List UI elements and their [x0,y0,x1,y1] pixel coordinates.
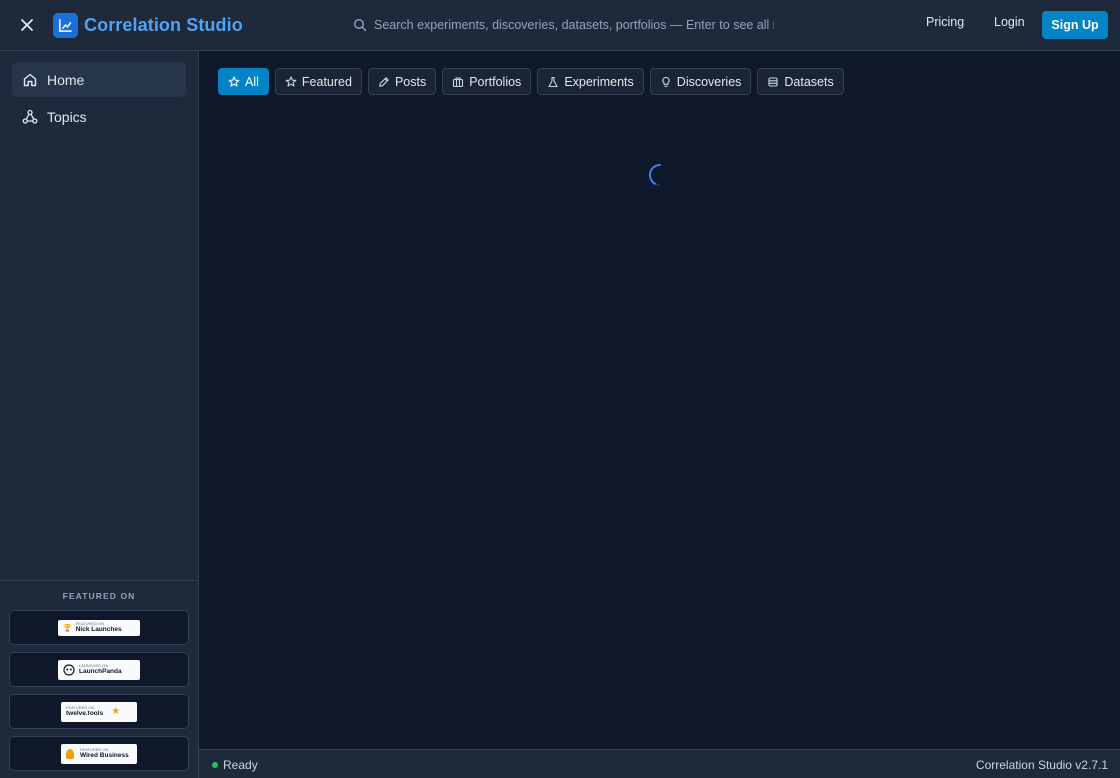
brand-name: Correlation Studio [84,14,243,35]
filter-posts[interactable]: Posts [367,68,437,95]
filter-datasets[interactable]: Datasets [757,68,844,95]
topics-graph-icon [22,109,38,124]
sidebar-item-label: Home [47,71,85,88]
featured-badge-twelve-tools[interactable]: FEATURED ON twelve.tools ★ [9,694,189,729]
main-content: All Featured Posts Portfolios Experiment… [199,51,1120,749]
sidebar-item-home[interactable]: Home [12,62,186,97]
pricing-link[interactable]: Pricing [926,15,964,29]
featured-on-section: FEATURED ON 🏆 FEATURED ON Nick Launches L… [0,580,198,778]
brand[interactable]: Correlation Studio [53,12,243,38]
search-bar [345,11,865,39]
medal-icon [66,748,74,759]
sidebar-item-label: Topics [47,108,87,125]
filter-all[interactable]: All [218,68,269,95]
loading-spinner-icon [648,163,661,186]
featured-badge-launchpanda[interactable]: LAUNCHED ON LaunchPanda [9,652,189,687]
sign-up-button[interactable]: Sign Up [1042,11,1108,39]
flask-icon [548,76,558,87]
login-link[interactable]: Login [994,15,1025,29]
featured-badge-nick-launches[interactable]: 🏆 FEATURED ON Nick Launches [9,610,189,645]
lightbulb-icon [662,76,670,87]
top-bar: Correlation Studio Pricing Login Sign Up [0,0,1120,51]
status-dot-icon [212,762,218,768]
status-text: Ready [223,758,258,772]
star-icon [285,75,297,87]
filter-portfolios[interactable]: Portfolios [442,68,532,95]
home-icon [23,73,37,86]
filter-experiments[interactable]: Experiments [537,68,644,95]
star-icon [228,75,240,87]
database-icon [768,76,778,87]
pen-icon [379,76,389,87]
sidebar: Home Topics FEATURED ON 🏆 FEATURED ON Nic… [0,51,199,778]
status-bar: Ready Correlation Studio v2.7.1 [199,749,1120,778]
sidebar-item-topics[interactable]: Topics [12,99,186,134]
close-icon [21,19,33,31]
filter-discoveries[interactable]: Discoveries [649,68,752,95]
featured-badge-wired-business[interactable]: FEATURED ON Wired Business [9,736,189,771]
filter-featured[interactable]: Featured [274,68,362,95]
featured-on-title: FEATURED ON [62,591,136,601]
close-button[interactable] [14,12,40,38]
filter-chips: All Featured Posts Portfolios Experiment… [218,68,844,95]
trophy-icon: 🏆 [63,624,72,632]
panda-icon [63,663,75,676]
search-input[interactable] [374,14,774,36]
search-icon [353,18,367,32]
status-indicator: Ready [212,758,258,772]
star-medal-icon: ★ [111,706,121,717]
portfolio-icon [453,76,464,87]
app-version: Correlation Studio v2.7.1 [975,758,1108,772]
chart-logo-icon [53,12,78,38]
